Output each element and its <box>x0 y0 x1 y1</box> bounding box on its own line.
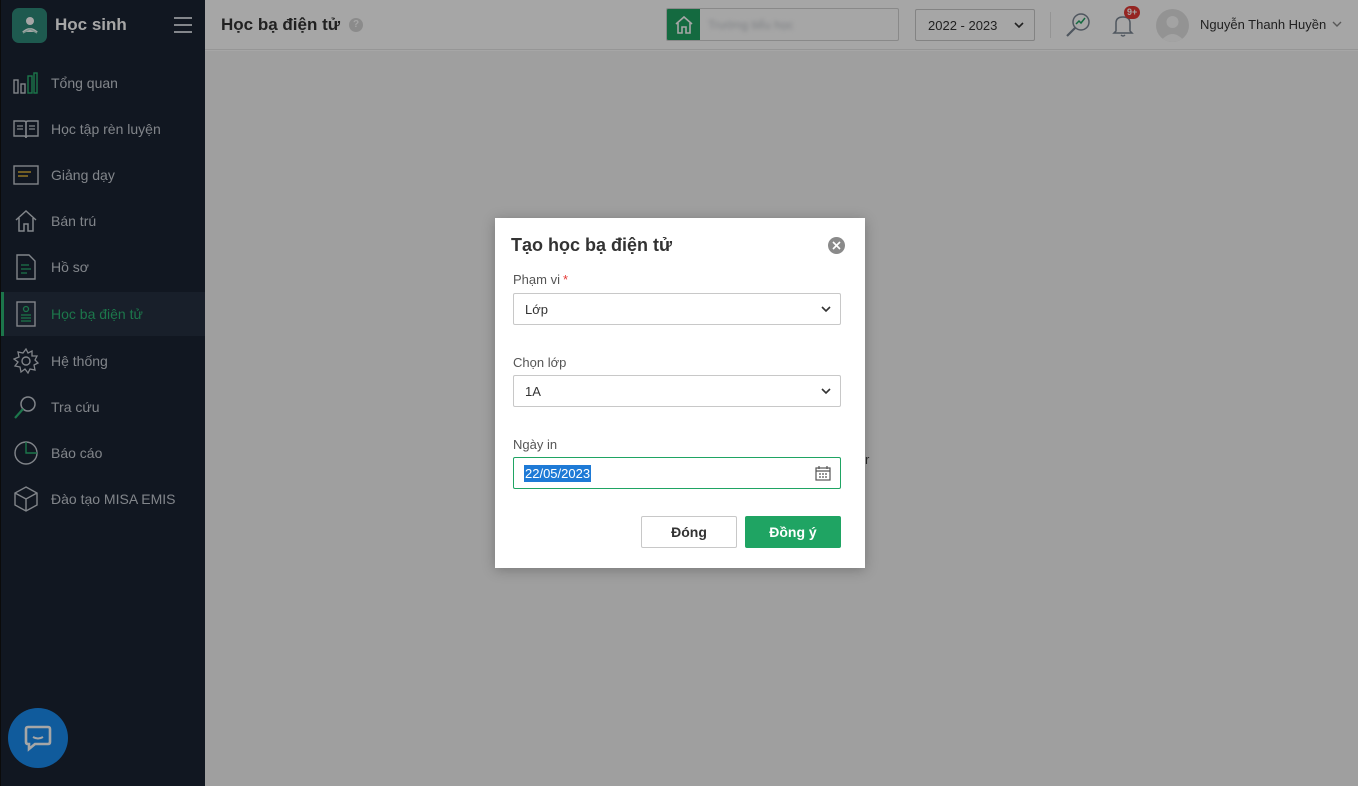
scope-value: Lớp <box>525 301 548 317</box>
calendar-icon[interactable] <box>815 465 831 484</box>
print-date-value: 22/05/2023 <box>524 464 592 482</box>
chevron-down-icon <box>820 385 832 400</box>
dialog-title: Tạo học bạ điện tử <box>511 235 673 255</box>
scope-label: Phạm vi * <box>513 272 569 287</box>
cancel-button[interactable]: Đóng <box>641 516 737 548</box>
class-value: 1A <box>525 383 541 399</box>
create-transcript-dialog: Tạo học bạ điện tử Phạm vi * Lớp Chọn lớp… <box>495 218 865 568</box>
required-mark: * <box>562 272 569 287</box>
chevron-down-icon <box>820 303 832 318</box>
close-icon[interactable] <box>828 237 845 254</box>
confirm-button[interactable]: Đồng ý <box>745 516 841 548</box>
print-date-label: Ngày in <box>513 437 558 452</box>
class-label: Chọn lớp <box>513 355 567 370</box>
class-select[interactable]: 1A <box>513 375 841 407</box>
print-date-input[interactable]: 22/05/2023 <box>513 457 841 489</box>
scope-select[interactable]: Lớp <box>513 293 841 325</box>
